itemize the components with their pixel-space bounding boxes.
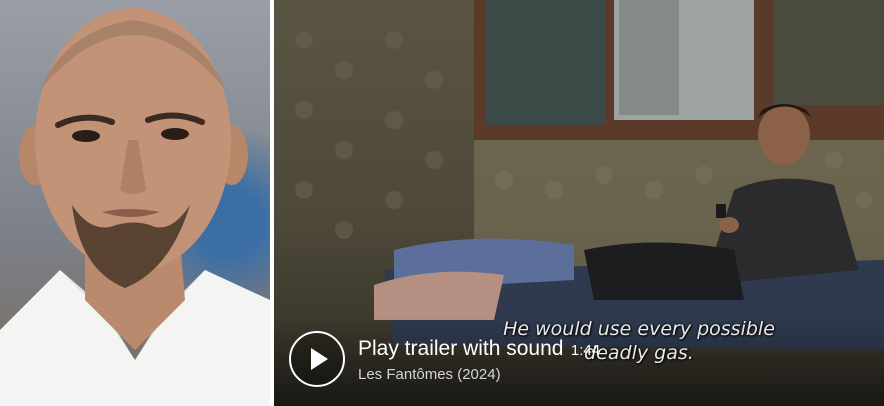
play-trailer-label[interactable]: Play trailer with sound <box>358 337 563 360</box>
play-icon <box>311 348 328 370</box>
play-trailer-button[interactable] <box>289 331 345 387</box>
trailer-thumbnail[interactable]: He would use every possible deadly gas. … <box>274 0 884 406</box>
portrait-illustration <box>0 8 270 406</box>
trailer-duration: 1:44 <box>570 342 601 359</box>
trailer-title-row: Play trailer with sound 1:44 <box>358 336 600 362</box>
actor-portrait[interactable] <box>0 0 270 406</box>
film-title: Les Fantômes (2024) <box>358 366 501 383</box>
trailer-caption[interactable]: Play trailer with sound 1:44 Les Fantôme… <box>358 336 600 384</box>
media-panel: He would use every possible deadly gas. … <box>0 0 884 406</box>
